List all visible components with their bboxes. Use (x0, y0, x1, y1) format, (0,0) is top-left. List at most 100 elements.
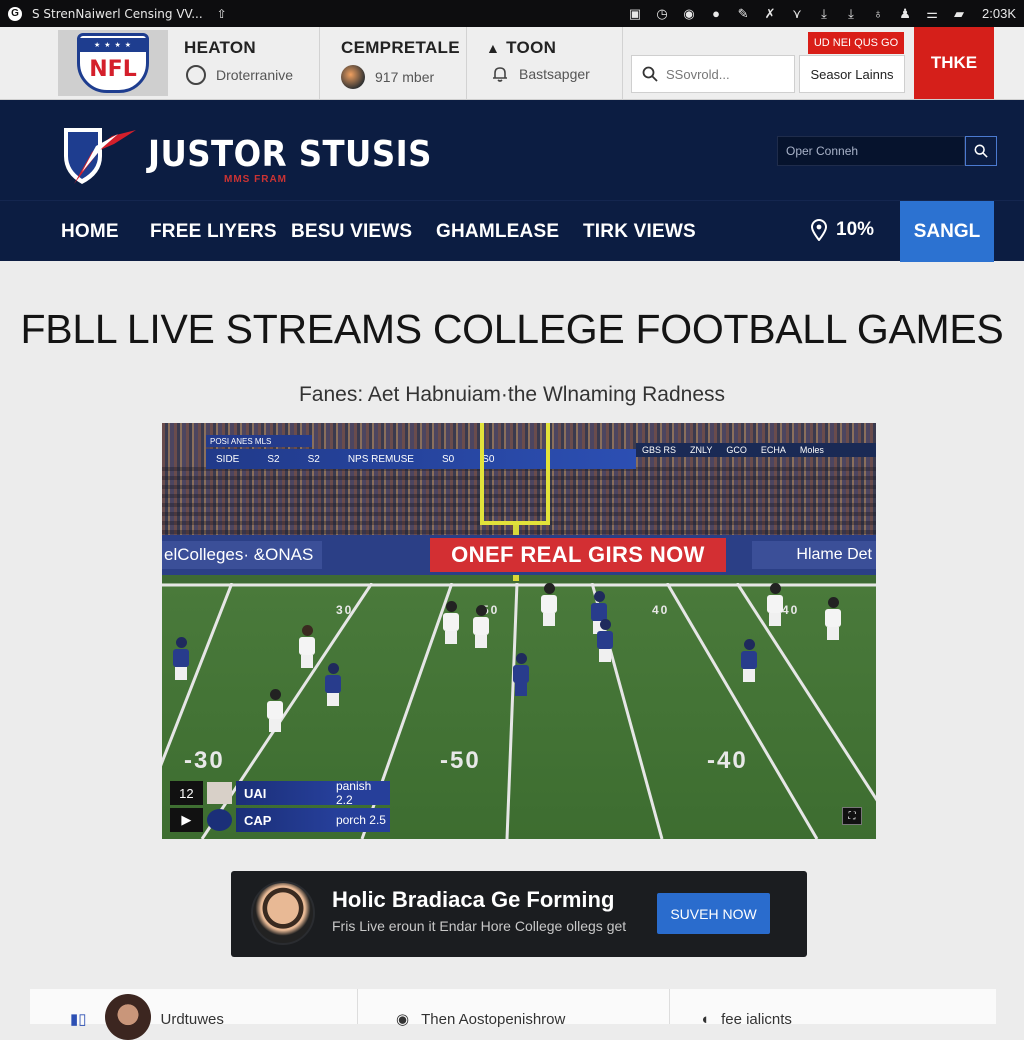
team-score: panish 2.2 (335, 779, 390, 807)
media-icon: ● (712, 6, 720, 21)
nfl-logo[interactable]: ★ ★ ★ ★ NFL (58, 30, 168, 96)
stars-icon: ★ ★ ★ ★ (80, 38, 146, 52)
ribbon-item: S0 (441, 453, 455, 465)
header-search-input[interactable]: Oper Conneh (777, 136, 965, 166)
ribbon-item: S2 (307, 453, 320, 465)
player (766, 583, 784, 627)
score-row: ▶ CAP porch 2.5 (170, 808, 390, 832)
team-name: UAI (235, 781, 336, 805)
play-button[interactable]: ▶ (170, 808, 203, 832)
player (824, 597, 842, 641)
ribbon-item: GBS RS (642, 445, 677, 455)
score-row: 12 UAI panish 2.2 (170, 779, 390, 807)
team-score: porch 2.5 (335, 808, 390, 832)
column-heading-row: ▲ TOON (486, 38, 556, 58)
player (540, 583, 558, 627)
ad-right: Hlame Det (752, 541, 876, 569)
header-search-button[interactable] (965, 136, 997, 166)
promo-badge[interactable]: UD NEI QUS GO (808, 32, 904, 54)
nav-home[interactable]: HOME (61, 221, 119, 243)
nav-tirk-views[interactable]: TIRK VIEWS (583, 221, 696, 243)
brand-shield-logo-icon[interactable] (62, 126, 138, 186)
nav-cta-button[interactable]: SANGL (900, 201, 994, 262)
top-search-input[interactable]: SSovrold... (631, 55, 795, 93)
whatsapp-icon: ◉ (683, 5, 695, 21)
team-logo (206, 809, 232, 831)
card-title: Holic Bradiaca Ge Forming (332, 887, 615, 912)
top-column-heaton[interactable]: HEATON Droterranive (168, 27, 320, 100)
stadium-ribbon: SIDE S2 S2 NPS REMUSE S0 S0 (206, 449, 636, 469)
status-bar: G S StrenNaiwerl Censing VV... ⇧ ▣ ◷ ◉ ●… (0, 0, 1024, 27)
brand-header: JUSTOR STUSIS MMS FRAM Oper Conneh (0, 100, 1024, 200)
browser-title: S StrenNaiwerl Censing VV... (32, 6, 203, 21)
edit-icon: ✎ (737, 5, 749, 21)
bottom-item[interactable]: ◖ fee ialicnts (670, 989, 996, 1028)
main-nav: HOME FREE LIYERS BESU VIEWS GHAMLEASE TI… (0, 200, 1024, 262)
person-icon: ♟ (899, 5, 911, 21)
top-column-cempretale[interactable]: CEMPRETALE 917 mber (320, 27, 467, 100)
nav-percent[interactable]: 10% (810, 219, 874, 241)
team-avatar (341, 65, 365, 89)
red-action-button[interactable]: THKE (914, 27, 994, 99)
download-alt-icon: ⤓ (848, 5, 854, 21)
top-column-toon[interactable]: ▲ TOON Bastsapger (467, 27, 623, 100)
system-tray: ▣ ◷ ◉ ● ✎ ✗ ⋎ ⤓ ⤓ ♁ ♟ ⚌ ▰ 2:03K (627, 6, 1016, 22)
ribbon-item: Moles (799, 445, 824, 455)
stadium-ribbon-right: GBS RS ZNLY GCO ECHA Moles (636, 443, 876, 457)
season-button[interactable]: Seasor Lainns (799, 55, 905, 93)
top-bar: ★ ★ ★ ★ NFL HEATON Droterranive CEMPRETA… (0, 27, 1024, 100)
column-sub-label: Droterranive (216, 67, 294, 83)
yard-number-left: -30 (184, 747, 225, 774)
video-player[interactable]: POSI ANES MLS SIDE S2 S2 NPS REMUSE S0 S… (162, 423, 876, 839)
nav-percent-label: 10% (836, 219, 875, 240)
player (172, 637, 190, 681)
chat-icon: ◖ (700, 1011, 710, 1028)
column-heading: TOON (506, 38, 557, 57)
yard-number-right: -40 (707, 747, 748, 774)
location-pin-icon (810, 219, 828, 241)
presenter-avatar (251, 881, 315, 945)
google-icon: G (8, 6, 22, 21)
fullscreen-icon[interactable]: ⛶ (842, 807, 862, 825)
sliders-icon: ⚌ (926, 5, 938, 21)
bottom-item[interactable]: ◉ Then Aostopenishrow (358, 989, 670, 1028)
column-sub: Droterranive (186, 65, 293, 85)
location-icon: ♁ (873, 6, 883, 21)
team-logo (206, 782, 232, 804)
pin-icon: ◉ (396, 1011, 410, 1028)
yard-number-small: 40 (652, 603, 670, 617)
player (442, 601, 460, 645)
nav-free-liyers[interactable]: FREE LIYERS (150, 221, 277, 243)
ring-icon (186, 65, 206, 85)
bottom-item[interactable]: ▮▯ Urdtuwes (30, 989, 358, 1040)
page-subtitle: Fanes: Aet Habnuiam·the Wlnaming Radness (298, 383, 726, 406)
search-icon (974, 144, 988, 158)
yard-number-small: 40 (782, 603, 800, 617)
navigate-icon[interactable]: ⇧ (217, 7, 227, 21)
team-name: CAP (235, 808, 336, 832)
card-text: Fris Live eroun it Endar Hore College ol… (332, 918, 627, 934)
brand-tagline: MMS FRAM (224, 174, 287, 185)
score-overlay: 12 UAI panish 2.2 ▶ CAP porch 2.5 (170, 779, 390, 833)
warning-icon: ▲ (486, 40, 501, 56)
column-sub-label: 917 mber (375, 69, 435, 85)
player (512, 653, 530, 697)
promo-card: Holic Bradiaca Ge Forming Fris Live erou… (231, 871, 807, 957)
column-sub-label: Bastsapger (519, 66, 590, 82)
user-avatar (104, 994, 151, 1040)
search-placeholder: SSovrold... (666, 66, 730, 82)
bell-icon (493, 67, 507, 82)
player (740, 639, 758, 683)
nav-besu-views[interactable]: BESU VIEWS (291, 221, 412, 243)
watch-now-button[interactable]: SUVEH NOW (657, 893, 770, 934)
battery-icon: ▰ (954, 5, 965, 21)
ad-center: ONEF REAL GIRS NOW (430, 538, 726, 572)
yard-number-center: -50 (440, 747, 481, 774)
ad-left: elColleges· &ONAS (162, 541, 322, 569)
signal-icon: ⋎ (792, 5, 802, 21)
ribbon-item: NPS REMUSE (347, 453, 414, 465)
bottom-item-label: Then Aostopenishrow (421, 1011, 566, 1028)
download-icon: ⤓ (821, 5, 827, 21)
player (266, 689, 284, 733)
nav-ghamlease[interactable]: GHAMLEASE (436, 221, 559, 243)
